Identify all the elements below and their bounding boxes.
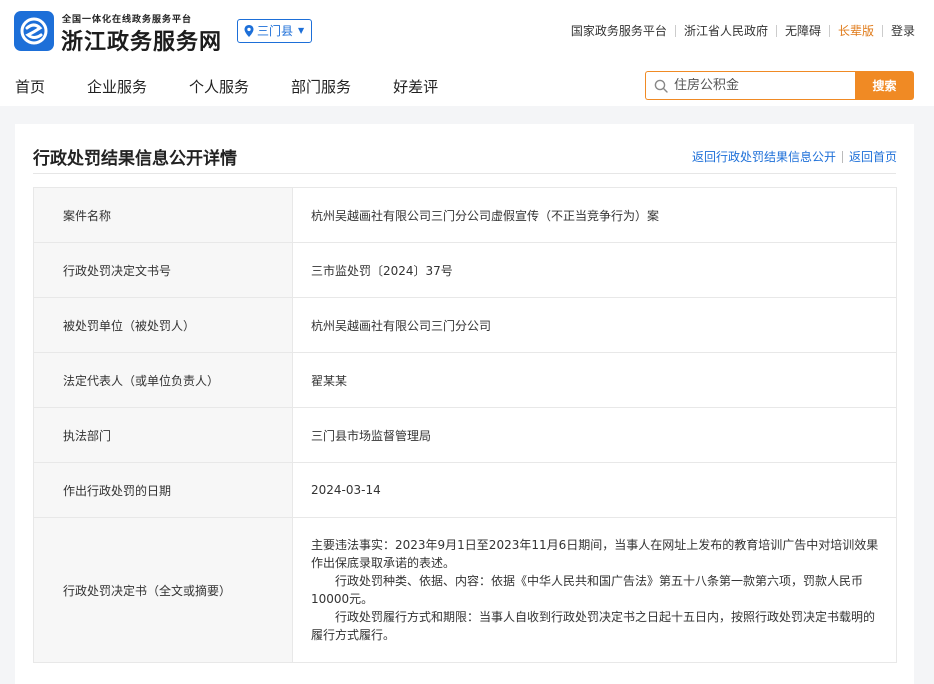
nav-item-evaluation[interactable]: 好差评 (393, 76, 438, 97)
caret-down-icon: ▼ (298, 26, 305, 35)
link-login[interactable]: 登录 (891, 22, 915, 39)
link-back-to-list[interactable]: 返回行政处罚结果信息公开 (692, 148, 836, 165)
field-value: 翟某某 (292, 352, 897, 408)
penalty-detail-table: 案件名称 杭州吴越画社有限公司三门分公司虚假宣传（不正当竞争行为）案 行政处罚决… (33, 187, 897, 663)
nav-item-enterprise[interactable]: 企业服务 (87, 76, 147, 97)
search-box (645, 71, 855, 100)
link-elder-mode[interactable]: 长辈版 (838, 22, 874, 39)
table-row: 行政处罚决定书（全文或摘要） 主要违法事实：2023年9月1日至2023年11月… (33, 517, 897, 663)
field-label: 行政处罚决定文书号 (33, 242, 293, 298)
divider (881, 24, 883, 37)
nav-item-home[interactable]: 首页 (15, 76, 45, 97)
field-value: 2024-03-14 (292, 462, 897, 518)
top-links: 国家政务服务平台 浙江省人民政府 无障碍 长辈版 登录 (571, 22, 915, 39)
field-label: 法定代表人（或单位负责人） (33, 352, 293, 408)
table-row: 法定代表人（或单位负责人） 翟某某 (33, 352, 897, 408)
divider (841, 150, 843, 163)
search-bar: 搜索 (645, 71, 914, 100)
site-header: 全国一体化在线政务服务平台 浙江政务服务网 三门县 ▼ 国家政务服务平台 浙江省… (0, 0, 934, 106)
link-provincial-government[interactable]: 浙江省人民政府 (684, 22, 768, 39)
link-back-home[interactable]: 返回首页 (849, 148, 897, 165)
field-label: 行政处罚决定书（全文或摘要） (33, 517, 293, 663)
decision-paragraph: 行政处罚履行方式和期限：当事人自收到行政处罚决定书之日起十五日内，按照行政处罚决… (311, 610, 876, 642)
divider (775, 24, 777, 37)
table-row: 执法部门 三门县市场监督管理局 (33, 407, 897, 463)
region-selector[interactable]: 三门县 ▼ (237, 19, 313, 43)
search-icon (654, 79, 668, 93)
field-label: 作出行政处罚的日期 (33, 462, 293, 518)
decision-text: 主要违法事实：2023年9月1日至2023年11月6日期间，当事人在网址上发布的… (292, 517, 897, 663)
brand-title[interactable]: 浙江政务服务网 (61, 24, 222, 56)
region-label: 三门县 (257, 24, 294, 38)
table-row: 行政处罚决定文书号 三市监处罚〔2024〕37号 (33, 242, 897, 298)
detail-card: 行政处罚结果信息公开详情 返回行政处罚结果信息公开 返回首页 案件名称 杭州吴越… (15, 124, 914, 684)
field-value: 三市监处罚〔2024〕37号 (292, 242, 897, 298)
divider (674, 24, 676, 37)
decision-paragraph: 主要违法事实：2023年9月1日至2023年11月6日期间，当事人在网址上发布的… (311, 538, 879, 570)
table-row: 案件名称 杭州吴越画社有限公司三门分公司虚假宣传（不正当竞争行为）案 (33, 187, 897, 243)
field-value: 杭州吴越画社有限公司三门分公司虚假宣传（不正当竞争行为）案 (292, 187, 897, 243)
divider (828, 24, 830, 37)
link-accessibility[interactable]: 无障碍 (785, 22, 821, 39)
return-links: 返回行政处罚结果信息公开 返回首页 (692, 148, 897, 165)
field-value: 杭州吴越画社有限公司三门分公司 (292, 297, 897, 353)
field-label: 执法部门 (33, 407, 293, 463)
nav-item-personal[interactable]: 个人服务 (189, 76, 249, 97)
table-row: 作出行政处罚的日期 2024-03-14 (33, 462, 897, 518)
table-row: 被处罚单位（被处罚人） 杭州吴越画社有限公司三门分公司 (33, 297, 897, 353)
main-nav: 首页 企业服务 个人服务 部门服务 好差评 (15, 76, 480, 97)
search-input[interactable] (674, 78, 844, 93)
field-value: 三门县市场监督管理局 (292, 407, 897, 463)
link-national-platform[interactable]: 国家政务服务平台 (571, 22, 667, 39)
nav-item-department[interactable]: 部门服务 (291, 76, 351, 97)
title-divider (33, 173, 896, 174)
page-title: 行政处罚结果信息公开详情 (33, 149, 237, 169)
site-logo-icon[interactable] (14, 11, 54, 51)
search-button[interactable]: 搜索 (855, 71, 914, 100)
field-label: 被处罚单位（被处罚人） (33, 297, 293, 353)
location-pin-icon (244, 25, 254, 37)
decision-paragraph: 行政处罚种类、依据、内容：依据《中华人民共和国广告法》第五十八条第一款第六项，罚… (311, 574, 864, 606)
field-label: 案件名称 (33, 187, 293, 243)
